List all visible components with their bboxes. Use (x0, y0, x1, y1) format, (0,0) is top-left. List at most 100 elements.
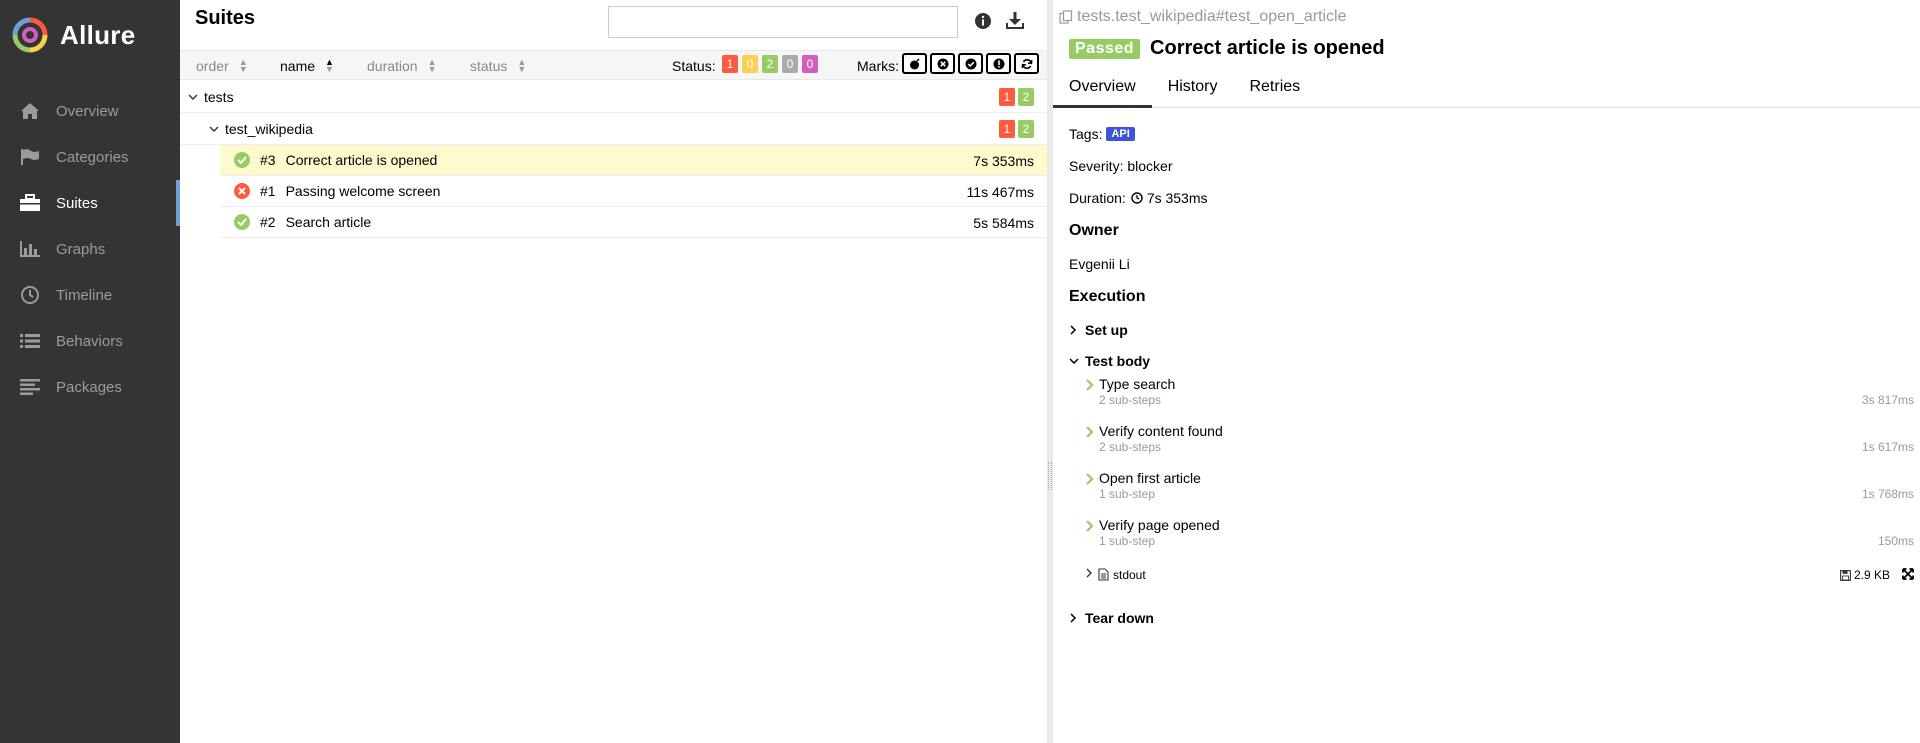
attachment-name: stdout (1113, 568, 1146, 582)
sort-status-label: status (470, 58, 508, 74)
passed-count-badge: 2 (1018, 88, 1034, 106)
sidebar-item-label: Packages (56, 378, 122, 396)
passed-count-badge: 2 (1018, 120, 1034, 138)
info-icon[interactable] (974, 12, 994, 32)
sidebar-item-label: Timeline (56, 286, 113, 304)
sort-name[interactable]: name ▲ ▼ (280, 57, 334, 75)
sort-arrows-icon: ▲ ▼ (517, 57, 527, 74)
tree-group-test-wikipedia[interactable]: test_wikipedia 1 2 (180, 113, 1047, 145)
stage-teardown[interactable]: Tear down (1069, 602, 1914, 633)
owner-value: Evgenii Li (1069, 256, 1130, 272)
passed-status-icon (234, 214, 250, 230)
sidebar-item-timeline[interactable]: Timeline (0, 272, 180, 318)
duration-line: Duration: 7s 353ms (1069, 182, 1914, 214)
tab-overview[interactable]: Overview (1053, 70, 1152, 108)
brand-name: Allure (60, 19, 136, 50)
sort-duration[interactable]: duration ▲ ▼ (367, 57, 437, 75)
row-name: Correct article is opened (285, 152, 438, 168)
copy-icon[interactable] (1059, 10, 1073, 24)
marks-filter (902, 53, 1039, 74)
stage-label: Tear down (1085, 609, 1154, 626)
test-title: Correct article is opened (1150, 37, 1385, 59)
table-row[interactable]: #1 Passing welcome screen 11s 467ms (220, 176, 1047, 207)
tab-retries[interactable]: Retries (1233, 70, 1316, 108)
filter-skipped[interactable]: 0 (782, 55, 798, 73)
expand-icon[interactable] (1902, 568, 1914, 580)
download-icon[interactable] (1005, 12, 1025, 32)
sidebar-item-behaviors[interactable]: Behaviors (0, 318, 180, 364)
row-order: #3 (260, 152, 276, 168)
sort-arrows-icon: ▲ ▼ (238, 57, 248, 74)
chevron-right-icon (1069, 612, 1081, 623)
sidebar-item-categories[interactable]: Categories (0, 134, 180, 180)
owner-heading: Owner (1069, 222, 1119, 239)
tab-history[interactable]: History (1152, 70, 1234, 108)
bar-chart-icon (18, 238, 42, 260)
chevron-right-icon (1085, 519, 1094, 535)
tree-group-tests[interactable]: tests 1 2 (180, 81, 1047, 113)
step-item[interactable]: Verify content found 2 sub-steps 1s 617m… (1069, 423, 1914, 470)
detail-tabs: Overview History Retries (1053, 70, 1920, 108)
list-icon (18, 330, 42, 352)
step-name: Verify content found (1099, 423, 1223, 439)
sort-name-label: name (280, 58, 316, 74)
test-full-name[interactable]: tests.test_wikipedia#test_open_article (1059, 8, 1347, 26)
step-item[interactable]: Type search 2 sub-steps 3s 817ms (1069, 376, 1914, 423)
step-substeps: 2 sub-steps (1099, 393, 1162, 407)
status-filter-label: Status: (672, 58, 716, 74)
brand[interactable]: Allure (0, 0, 180, 70)
sort-arrows-icon: ▲ ▼ (325, 57, 334, 74)
sidebar-nav: Overview Categories Suites Graphs Timeli… (0, 88, 180, 410)
filter-unknown[interactable]: 0 (802, 55, 818, 73)
search-input[interactable] (608, 6, 958, 38)
group-name: tests (204, 88, 234, 105)
filter-failed[interactable]: 1 (722, 55, 738, 73)
chevron-right-icon (1069, 324, 1081, 335)
mark-new-passed-icon[interactable] (958, 53, 983, 74)
stage-test-body[interactable]: Test body (1069, 345, 1914, 376)
table-row[interactable]: #3 Correct article is opened 7s 353ms (220, 145, 1047, 176)
sidebar-item-overview[interactable]: Overview (0, 88, 180, 134)
sidebar: Allure Overview Categories Suites Graphs… (0, 0, 180, 743)
row-name: Passing welcome screen (285, 183, 441, 199)
step-item[interactable]: Open first article 1 sub-step 1s 768ms (1069, 470, 1914, 517)
chevron-right-icon (1085, 378, 1094, 394)
flag-icon (18, 146, 42, 168)
stage-label: Test body (1085, 352, 1151, 369)
grip-icon (1048, 462, 1052, 490)
stage-label: Set up (1085, 321, 1128, 338)
overview-content: Tags: API Severity: blocker Duration: 7s… (1069, 118, 1914, 633)
attachment-size: 2.9 KB (1840, 568, 1890, 582)
mark-new-failed-icon[interactable] (930, 53, 955, 74)
sidebar-item-packages[interactable]: Packages (0, 364, 180, 410)
clock-icon (1131, 192, 1143, 204)
step-substeps: 2 sub-steps (1099, 440, 1162, 454)
step-time: 1s 617ms (1861, 440, 1914, 454)
step-time: 3s 817ms (1861, 393, 1914, 407)
test-header: Passed Correct article is opened (1069, 37, 1385, 60)
step-item[interactable]: Verify page opened 1 sub-step 150ms (1069, 517, 1914, 564)
mark-new-broken-icon[interactable] (986, 53, 1011, 74)
sidebar-item-suites[interactable]: Suites (0, 180, 180, 226)
filter-passed[interactable]: 2 (762, 55, 778, 73)
step-name: Verify page opened (1099, 517, 1220, 533)
step-time: 1s 768ms (1861, 487, 1914, 501)
filter-broken[interactable]: 0 (742, 55, 758, 73)
attachment-item[interactable]: stdout 2.9 KB (1069, 564, 1914, 594)
stage-setup[interactable]: Set up (1069, 314, 1914, 345)
sort-arrows-icon: ▲ ▼ (427, 57, 437, 74)
sort-order[interactable]: order ▲ ▼ (196, 57, 248, 75)
row-name: Search article (285, 214, 372, 230)
sidebar-item-graphs[interactable]: Graphs (0, 226, 180, 272)
group-counts: 1 2 (999, 88, 1034, 106)
sort-status[interactable]: status ▲ ▼ (470, 57, 527, 75)
mark-retries-icon[interactable] (1014, 53, 1039, 74)
mark-flaky-bomb-icon[interactable] (902, 53, 927, 74)
sidebar-item-label: Behaviors (56, 332, 123, 350)
chevron-right-icon (1085, 472, 1094, 488)
sidebar-item-label: Suites (56, 194, 98, 212)
table-row[interactable]: #2 Search article 5s 584ms (220, 207, 1047, 238)
attachment-size-value: 2.9 KB (1853, 568, 1890, 582)
full-name-text: tests.test_wikipedia#test_open_article (1077, 8, 1347, 25)
group-name: test_wikipedia (225, 120, 313, 137)
